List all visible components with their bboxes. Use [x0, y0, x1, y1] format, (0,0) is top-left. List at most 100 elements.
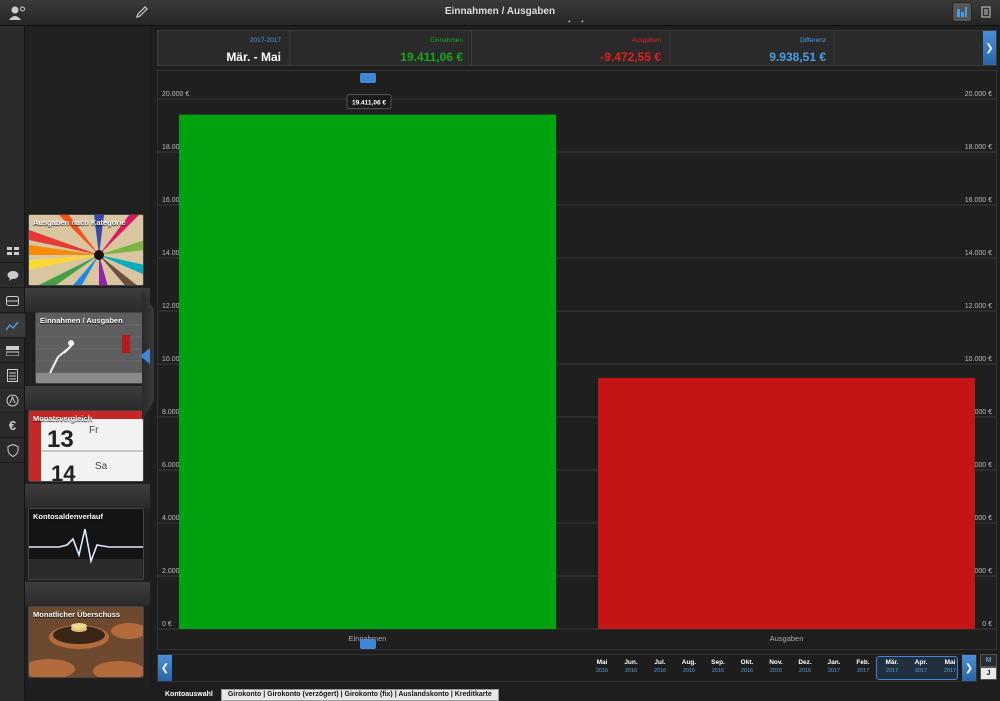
timeline-month[interactable]: Jan. 2017	[820, 659, 848, 674]
y-tick-label-right: 16.000 €	[965, 197, 992, 204]
report-card-monthly-surplus[interactable]: Monatlicher Überschuss	[28, 606, 144, 678]
timeline-month-label: Aug.	[681, 659, 697, 666]
rail-messages[interactable]	[0, 264, 25, 288]
chevron-right-icon: ❯	[985, 42, 994, 54]
timeline-month[interactable]: Okt. 2016	[733, 659, 761, 674]
timeline-year-label: 2016	[595, 668, 609, 674]
timeline-month[interactable]: Nov. 2016	[762, 659, 790, 674]
rail-currency[interactable]: €	[0, 414, 25, 438]
svg-text:13: 13	[47, 426, 74, 453]
timeline-next-button[interactable]: ❯	[962, 655, 976, 681]
timeline-year-label: 2017	[827, 668, 841, 674]
timeline-year-label: 2017	[856, 668, 870, 674]
bar-einnahmen	[179, 114, 556, 629]
expense-label: Ausgaben	[631, 37, 661, 44]
report-label: Kontosaldenverlauf	[33, 512, 104, 521]
timeline-month-label: Mai	[944, 659, 956, 666]
timeline-year-label: 2016	[711, 668, 725, 674]
chevron-left-icon: ❮	[160, 662, 170, 674]
y-tick-label-right: 18.000 €	[965, 144, 992, 151]
category-icon	[6, 394, 19, 407]
timeline-month-label: Apr.	[914, 659, 928, 666]
chart-line-icon	[6, 321, 19, 330]
chart-canvas: 0 €0 €2.000 €2.000 €4.000 €4.000 €6.000 …	[158, 73, 996, 649]
difference-summary: Differenz 9.938,51 €	[670, 31, 835, 65]
timeline-month-label: Jun.	[624, 659, 638, 666]
list-view-button[interactable]	[976, 2, 996, 22]
timeline-year-label: 2016	[740, 668, 754, 674]
rail-security[interactable]	[0, 439, 25, 463]
timeline-month[interactable]: Dez. 2016	[791, 659, 819, 674]
bar-ausgaben	[598, 377, 975, 629]
timeline-year-label: 2016	[624, 668, 638, 674]
account-bar: Kontoauswahl Girokonto | Girokonto (verz…	[157, 688, 1000, 701]
value-tooltip: 19.411,06 €	[352, 100, 386, 107]
svg-text:Fr: Fr	[89, 425, 99, 436]
rail-accounts[interactable]	[0, 239, 25, 263]
rail-transfers[interactable]	[0, 339, 25, 363]
timeline-month-label: Dez.	[798, 659, 812, 666]
selected-report-arrow	[140, 348, 150, 364]
y-tick-label-right: 20.000 €	[965, 91, 992, 98]
timeline-month[interactable]: Aug. 2016	[675, 659, 703, 674]
timeline-month-label: Jul.	[654, 659, 666, 666]
rail-cards[interactable]	[0, 289, 25, 313]
rail-categories[interactable]	[0, 389, 25, 413]
expense-summary: Ausgaben -9.472,55 €	[472, 31, 670, 65]
bar-chart: 0 €0 €2.000 €2.000 €4.000 €4.000 €6.000 …	[157, 70, 997, 650]
svg-text:14: 14	[51, 461, 76, 482]
account-select-label: Kontoauswahl	[165, 691, 213, 698]
year-mode-button[interactable]: J	[980, 667, 997, 680]
y-tick-label-left: 0 €	[162, 621, 172, 628]
card-icon	[6, 295, 19, 306]
month-timeline: ❮ Mai 2016 Jun. 2016 Jul. 2016 Aug. 2016 Sep. 201…	[157, 654, 977, 682]
period-summary[interactable]: 2017-2017 Mär. - Mai	[158, 31, 290, 65]
toggle-icon	[6, 345, 19, 356]
timeline-month-label: Mai	[596, 659, 608, 666]
difference-value: 9.938,51 €	[769, 50, 826, 64]
account-selection[interactable]: Girokonto | Girokonto (verzögert) | Giro…	[220, 688, 499, 701]
timeline-prev-button[interactable]: ❮	[158, 655, 172, 681]
difference-label: Differenz	[800, 37, 826, 44]
report-label: Ausgaben nach Kategorie	[33, 218, 126, 227]
timeline-month[interactable]: Sep. 2016	[704, 659, 732, 674]
title-bar: Einnahmen / Ausgaben • •	[0, 0, 1000, 26]
timeline-month[interactable]: Mai 2016	[588, 659, 616, 674]
x-category-label: Ausgaben	[770, 634, 804, 643]
timeline-month-label: Mär.	[885, 659, 899, 666]
report-card-balance-history[interactable]: Kontosaldenverlauf	[28, 508, 144, 580]
income-label: Einnahmen	[430, 37, 463, 44]
period-range: Mär. - Mai	[226, 50, 281, 64]
svg-text:Sa: Sa	[95, 461, 108, 472]
timeline-month[interactable]: Jun. 2016	[617, 659, 645, 674]
report-label: Einnahmen / Ausgaben	[40, 316, 123, 325]
timeline-month[interactable]: Jul. 2016	[646, 659, 674, 674]
timeline-month[interactable]: Mai 2017	[936, 659, 964, 674]
chart-view-button[interactable]	[952, 2, 972, 22]
timeline-month[interactable]: Apr. 2017	[907, 659, 935, 674]
period-year: 2017-2017	[249, 37, 281, 44]
granularity-toggle: M J	[980, 654, 997, 682]
report-card-month-compare[interactable]: 13 Fr 14 Sa Monatsvergleich	[28, 410, 144, 482]
bar-chart-icon	[957, 7, 967, 17]
timeline-month-label: Jan.	[827, 659, 841, 666]
timeline-year-label: 2016	[682, 668, 696, 674]
month-mode-button[interactable]: M	[980, 654, 997, 667]
report-card-category[interactable]: Ausgaben nach Kategorie	[28, 214, 144, 286]
timeline-month[interactable]: Feb. 2017	[849, 659, 877, 674]
main-navigation-rail: €	[0, 26, 25, 701]
summary-next-button[interactable]: ❯	[983, 31, 996, 65]
summary-header: 2017-2017 Mär. - Mai Einnahmen 19.411,06…	[157, 30, 997, 66]
timeline-month[interactable]: Mär. 2017	[878, 659, 906, 674]
income-value: 19.411,06 €	[400, 50, 463, 64]
timeline-year-label: 2017	[943, 668, 957, 674]
range-handle-top	[360, 73, 376, 83]
timeline-month-label: Nov.	[769, 659, 783, 666]
divider	[25, 386, 150, 410]
timeline-year-label: 2016	[769, 668, 783, 674]
report-card-income-expense[interactable]: Einnahmen / Ausgaben	[35, 312, 151, 384]
chevron-right-icon: ❯	[964, 662, 974, 674]
rail-documents[interactable]	[0, 364, 25, 388]
timeline-month-label: Feb.	[856, 659, 870, 666]
rail-reports[interactable]	[0, 314, 25, 338]
